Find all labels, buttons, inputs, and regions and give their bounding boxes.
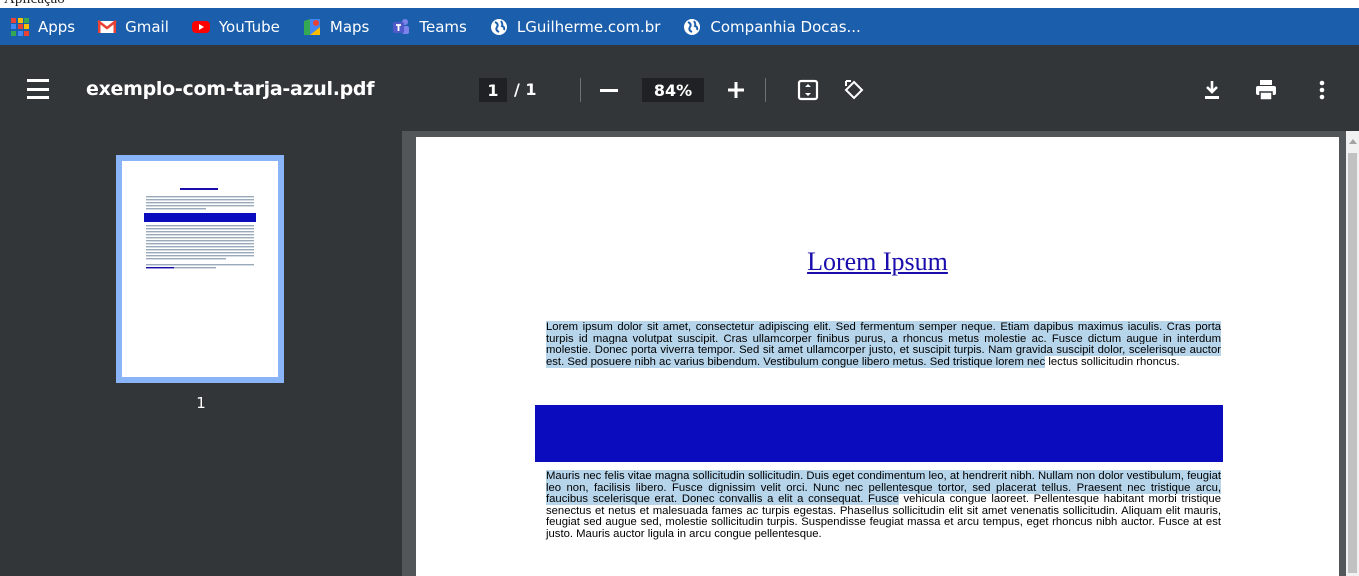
document-title: Lorem Ipsum: [416, 247, 1339, 277]
page-count: / 1: [514, 80, 537, 99]
page-thumbnail[interactable]: [116, 155, 284, 383]
more-options-button[interactable]: [1309, 77, 1335, 103]
title-link[interactable]: Lorem Ipsum: [807, 247, 948, 276]
zoom-out-button[interactable]: [600, 89, 618, 92]
thumbnail-sidebar: 1: [0, 131, 402, 576]
file-name: exemplo-com-tarja-azul.pdf: [86, 78, 375, 100]
bookmark-maps[interactable]: Maps: [302, 17, 369, 37]
page-number-input[interactable]: 1: [479, 78, 507, 102]
bookmark-label: Gmail: [125, 17, 169, 36]
plus-icon: [728, 82, 744, 98]
bookmark-label: YouTube: [218, 17, 280, 36]
bookmark-label: LGuilherme.com.br: [516, 17, 661, 36]
youtube-icon: [191, 17, 211, 37]
thumbnail-page-number: 1: [196, 394, 206, 412]
toolbar-divider: [765, 78, 766, 102]
zoom-in-button[interactable]: [725, 79, 747, 101]
menu-icon[interactable]: [26, 79, 50, 99]
scroll-thumb[interactable]: [1348, 153, 1357, 573]
download-icon: [1205, 81, 1219, 99]
maps-icon: [302, 17, 322, 37]
top-strip: Aplicação: [0, 0, 1359, 8]
toolbar-divider: [580, 78, 581, 102]
scroll-up-arrow-icon[interactable]: [1349, 139, 1357, 144]
paragraph-2: Mauris nec felis vitae magna sollicitudi…: [546, 470, 1221, 541]
teams-icon: [391, 17, 411, 37]
unselected-text: lectus sollicitudin rhoncus.: [1045, 355, 1180, 368]
fit-page-icon: [797, 79, 819, 101]
bookmark-lguilherme[interactable]: LGuilherme.com.br: [489, 17, 661, 37]
zoom-level-input[interactable]: 84%: [642, 78, 704, 102]
download-button[interactable]: [1199, 77, 1225, 103]
thumbnail-page-preview: [122, 161, 278, 377]
paragraph-1: Lorem ipsum dolor sit amet, consectetur …: [546, 321, 1221, 368]
bookmark-label: Teams: [419, 17, 467, 36]
apps-grid-icon: [10, 17, 30, 37]
globe-icon: [682, 17, 702, 37]
rotate-icon: [844, 80, 864, 100]
bookmarks-bar: Apps Gmail YouTube Maps Teams LGuilherme…: [0, 8, 1359, 45]
bookmark-label: Companhia Docas...: [710, 17, 861, 36]
vertical-scrollbar[interactable]: [1346, 131, 1359, 576]
pdf-page: Lorem Ipsum Lorem ipsum dolor sit amet, …: [416, 137, 1339, 576]
bookmark-label: Maps: [329, 17, 370, 36]
gmail-icon: [97, 17, 117, 37]
bookmark-apps[interactable]: Apps: [10, 17, 75, 37]
bookmark-companhia-docas[interactable]: Companhia Docas...: [682, 17, 861, 37]
print-button[interactable]: [1253, 77, 1279, 103]
bookmark-teams[interactable]: Teams: [391, 17, 467, 37]
fit-to-page-button[interactable]: [795, 77, 821, 103]
printer-icon: [1256, 80, 1276, 101]
more-vert-icon: [1319, 80, 1325, 100]
globe-icon: [489, 17, 509, 37]
rotate-button[interactable]: [841, 77, 867, 103]
bookmark-gmail[interactable]: Gmail: [97, 17, 169, 37]
top-strip-text: Aplicação: [4, 0, 65, 8]
bookmark-label: Apps: [38, 17, 76, 36]
document-viewer[interactable]: Lorem Ipsum Lorem ipsum dolor sit amet, …: [402, 131, 1346, 576]
redaction-bar: [535, 405, 1223, 462]
bookmark-youtube[interactable]: YouTube: [191, 17, 280, 37]
pdf-toolbar: exemplo-com-tarja-azul.pdf 1 / 1 84%: [0, 45, 1359, 131]
